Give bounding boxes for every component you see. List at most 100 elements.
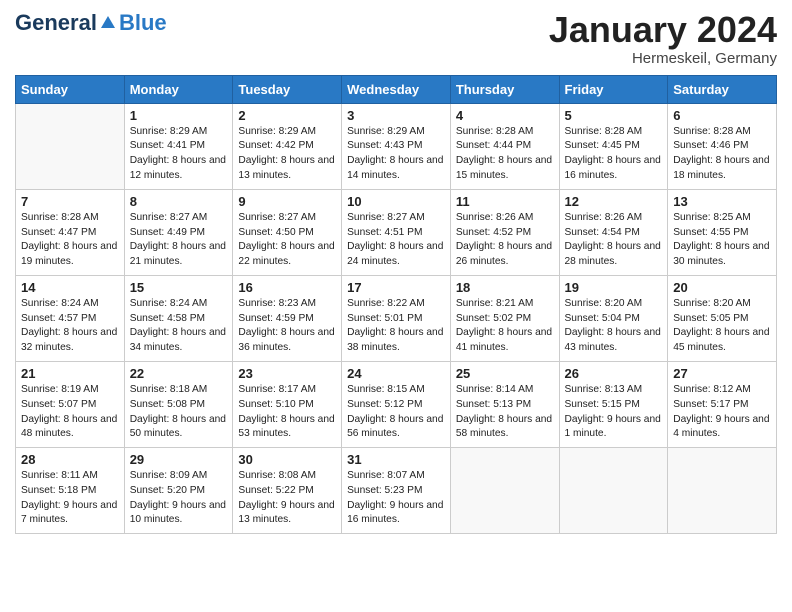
day-number: 31	[347, 452, 445, 467]
page-header: General Blue January 2024 Hermeskeil, Ge…	[15, 10, 777, 67]
calendar-cell: 11 Sunrise: 8:26 AMSunset: 4:52 PMDayligh…	[450, 189, 559, 275]
calendar-cell: 6 Sunrise: 8:28 AMSunset: 4:46 PMDaylight…	[668, 103, 777, 189]
day-number: 27	[673, 366, 771, 381]
weekday-header: Saturday	[668, 75, 777, 103]
logo-general-text: General	[15, 10, 97, 36]
calendar-cell: 23Sunrise: 8:17 AMSunset: 5:10 PMDayligh…	[233, 361, 342, 447]
day-number: 28	[21, 452, 119, 467]
day-number: 20	[673, 280, 771, 295]
cell-info: Sunrise: 8:07 AMSunset: 5:23 PMDaylight:…	[347, 470, 443, 525]
day-number: 7	[21, 194, 119, 209]
day-number: 26	[565, 366, 663, 381]
cell-info: Sunrise: 8:28 AMSunset: 4:47 PMDaylight:…	[21, 212, 117, 267]
day-number: 22	[130, 366, 228, 381]
cell-info: Sunrise: 8:15 AMSunset: 5:12 PMDaylight:…	[347, 384, 443, 439]
cell-info: Sunrise: 8:27 AMSunset: 4:49 PMDaylight:…	[130, 212, 226, 267]
day-number: 29	[130, 452, 228, 467]
calendar-cell	[668, 448, 777, 534]
cell-info: Sunrise: 8:19 AMSunset: 5:07 PMDaylight:…	[21, 384, 117, 439]
cell-info: Sunrise: 8:29 AMSunset: 4:41 PMDaylight:…	[130, 126, 226, 181]
cell-info: Sunrise: 8:20 AMSunset: 5:04 PMDaylight:…	[565, 298, 661, 353]
cell-info: Sunrise: 8:27 AMSunset: 4:50 PMDaylight:…	[238, 212, 334, 267]
day-number: 9	[238, 194, 336, 209]
cell-info: Sunrise: 8:14 AMSunset: 5:13 PMDaylight:…	[456, 384, 552, 439]
day-number: 16	[238, 280, 336, 295]
calendar-cell: 8Sunrise: 8:27 AMSunset: 4:49 PMDaylight…	[124, 189, 233, 275]
title-block: January 2024 Hermeskeil, Germany	[549, 10, 777, 67]
calendar-cell: 20 Sunrise: 8:20 AMSunset: 5:05 PMDayligh…	[668, 275, 777, 361]
day-number: 2	[238, 108, 336, 123]
day-number: 1	[130, 108, 228, 123]
day-number: 5	[565, 108, 663, 123]
weekday-header: Sunday	[16, 75, 125, 103]
day-number: 24	[347, 366, 445, 381]
day-number: 15	[130, 280, 228, 295]
calendar-cell: 15 Sunrise: 8:24 AMSunset: 4:58 PMDayligh…	[124, 275, 233, 361]
calendar-cell: 14 Sunrise: 8:24 AMSunset: 4:57 PMDayligh…	[16, 275, 125, 361]
day-number: 14	[21, 280, 119, 295]
calendar-cell: 12Sunrise: 8:26 AMSunset: 4:54 PMDayligh…	[559, 189, 668, 275]
calendar-cell: 24 Sunrise: 8:15 AMSunset: 5:12 PMDayligh…	[342, 361, 451, 447]
cell-info: Sunrise: 8:27 AMSunset: 4:51 PMDaylight:…	[347, 212, 443, 267]
location: Hermeskeil, Germany	[549, 50, 777, 67]
logo-blue-text: Blue	[119, 10, 167, 36]
cell-info: Sunrise: 8:29 AMSunset: 4:42 PMDaylight:…	[238, 126, 334, 181]
cell-info: Sunrise: 8:23 AMSunset: 4:59 PMDaylight:…	[238, 298, 334, 353]
cell-info: Sunrise: 8:11 AMSunset: 5:18 PMDaylight:…	[21, 470, 117, 525]
day-number: 3	[347, 108, 445, 123]
calendar-cell: 17Sunrise: 8:22 AMSunset: 5:01 PMDayligh…	[342, 275, 451, 361]
cell-info: Sunrise: 8:12 AMSunset: 5:17 PMDaylight:…	[673, 384, 769, 439]
day-number: 6	[673, 108, 771, 123]
day-number: 13	[673, 194, 771, 209]
cell-info: Sunrise: 8:17 AMSunset: 5:10 PMDaylight:…	[238, 384, 334, 439]
cell-info: Sunrise: 8:09 AMSunset: 5:20 PMDaylight:…	[130, 470, 226, 525]
calendar-cell: 31 Sunrise: 8:07 AMSunset: 5:23 PMDayligh…	[342, 448, 451, 534]
day-number: 25	[456, 366, 554, 381]
cell-info: Sunrise: 8:26 AMSunset: 4:52 PMDaylight:…	[456, 212, 552, 267]
calendar-cell: 22 Sunrise: 8:18 AMSunset: 5:08 PMDayligh…	[124, 361, 233, 447]
cell-info: Sunrise: 8:20 AMSunset: 5:05 PMDaylight:…	[673, 298, 769, 353]
day-number: 21	[21, 366, 119, 381]
cell-info: Sunrise: 8:21 AMSunset: 5:02 PMDaylight:…	[456, 298, 552, 353]
day-number: 19	[565, 280, 663, 295]
cell-info: Sunrise: 8:25 AMSunset: 4:55 PMDaylight:…	[673, 212, 769, 267]
calendar-cell: 26 Sunrise: 8:13 AMSunset: 5:15 PMDayligh…	[559, 361, 668, 447]
weekday-header: Monday	[124, 75, 233, 103]
calendar-cell: 21 Sunrise: 8:19 AMSunset: 5:07 PMDayligh…	[16, 361, 125, 447]
cell-info: Sunrise: 8:24 AMSunset: 4:58 PMDaylight:…	[130, 298, 226, 353]
cell-info: Sunrise: 8:08 AMSunset: 5:22 PMDaylight:…	[238, 470, 334, 525]
calendar-cell	[559, 448, 668, 534]
cell-info: Sunrise: 8:28 AMSunset: 4:44 PMDaylight:…	[456, 126, 552, 181]
calendar-cell: 10Sunrise: 8:27 AMSunset: 4:51 PMDayligh…	[342, 189, 451, 275]
weekday-header: Wednesday	[342, 75, 451, 103]
calendar-cell: 3 Sunrise: 8:29 AMSunset: 4:43 PMDaylight…	[342, 103, 451, 189]
cell-info: Sunrise: 8:28 AMSunset: 4:46 PMDaylight:…	[673, 126, 769, 181]
weekday-header-row: SundayMondayTuesdayWednesdayThursdayFrid…	[16, 75, 777, 103]
weekday-header: Thursday	[450, 75, 559, 103]
calendar-cell: 7 Sunrise: 8:28 AMSunset: 4:47 PMDaylight…	[16, 189, 125, 275]
calendar-week-row: 21 Sunrise: 8:19 AMSunset: 5:07 PMDayligh…	[16, 361, 777, 447]
calendar-cell: 30 Sunrise: 8:08 AMSunset: 5:22 PMDayligh…	[233, 448, 342, 534]
calendar-cell: 16 Sunrise: 8:23 AMSunset: 4:59 PMDayligh…	[233, 275, 342, 361]
calendar-cell	[16, 103, 125, 189]
calendar-cell: 28 Sunrise: 8:11 AMSunset: 5:18 PMDayligh…	[16, 448, 125, 534]
calendar-cell: 1 Sunrise: 8:29 AMSunset: 4:41 PMDaylight…	[124, 103, 233, 189]
calendar-cell: 5 Sunrise: 8:28 AMSunset: 4:45 PMDaylight…	[559, 103, 668, 189]
month-title: January 2024	[549, 10, 777, 50]
cell-info: Sunrise: 8:28 AMSunset: 4:45 PMDaylight:…	[565, 126, 661, 181]
day-number: 11	[456, 194, 554, 209]
cell-info: Sunrise: 8:18 AMSunset: 5:08 PMDaylight:…	[130, 384, 226, 439]
weekday-header: Friday	[559, 75, 668, 103]
cell-info: Sunrise: 8:29 AMSunset: 4:43 PMDaylight:…	[347, 126, 443, 181]
calendar-cell: 2 Sunrise: 8:29 AMSunset: 4:42 PMDaylight…	[233, 103, 342, 189]
day-number: 18	[456, 280, 554, 295]
calendar-cell: 18 Sunrise: 8:21 AMSunset: 5:02 PMDayligh…	[450, 275, 559, 361]
logo-icon	[99, 14, 117, 32]
calendar-table: SundayMondayTuesdayWednesdayThursdayFrid…	[15, 75, 777, 535]
calendar-cell: 9 Sunrise: 8:27 AMSunset: 4:50 PMDaylight…	[233, 189, 342, 275]
day-number: 30	[238, 452, 336, 467]
calendar-week-row: 7 Sunrise: 8:28 AMSunset: 4:47 PMDaylight…	[16, 189, 777, 275]
calendar-week-row: 28 Sunrise: 8:11 AMSunset: 5:18 PMDayligh…	[16, 448, 777, 534]
cell-info: Sunrise: 8:24 AMSunset: 4:57 PMDaylight:…	[21, 298, 117, 353]
cell-info: Sunrise: 8:13 AMSunset: 5:15 PMDaylight:…	[565, 384, 661, 439]
